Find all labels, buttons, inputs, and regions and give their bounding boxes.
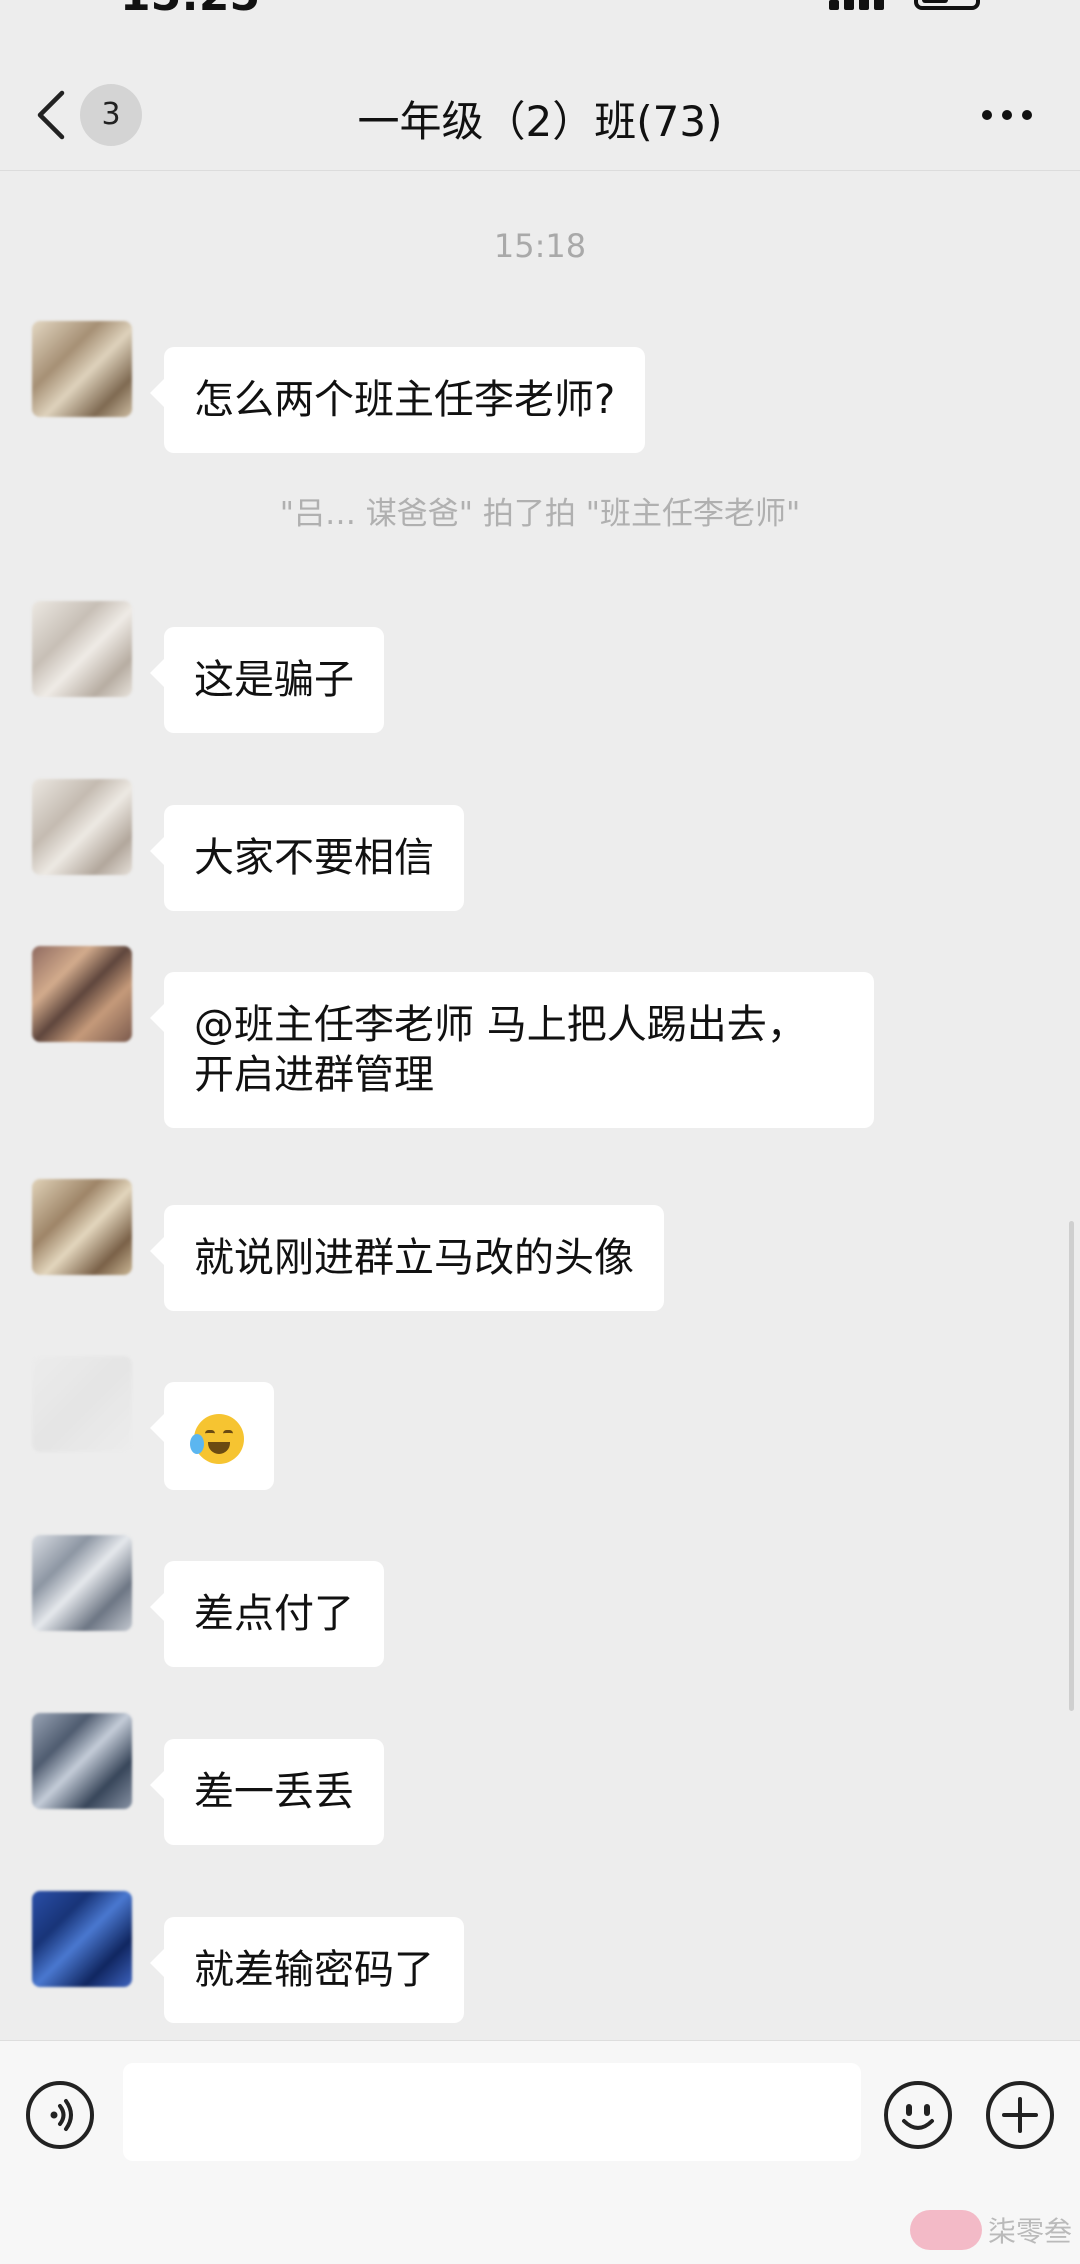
- watermark-logo-icon: [910, 2210, 982, 2250]
- dot-icon: [982, 110, 992, 120]
- dot-icon: [1022, 110, 1032, 120]
- more-options-button[interactable]: [982, 100, 1042, 130]
- dot-icon: [1002, 110, 1012, 120]
- message-bubble[interactable]: 就说刚进群立马改的头像: [150, 1205, 664, 1311]
- avatar[interactable]: [32, 1179, 132, 1275]
- input-bar: [0, 2040, 1080, 2191]
- message-bubble[interactable]: 大家不要相信: [150, 805, 464, 911]
- avatar[interactable]: [32, 946, 132, 1042]
- watermark: 柒零叁: [910, 2210, 1072, 2250]
- message-bubble[interactable]: @班主任李老师 马上把人踢出去，开启进群管理: [150, 972, 874, 1128]
- message-bubble[interactable]: 差点付了: [150, 1561, 384, 1667]
- crying-laughing-emoji-icon: [190, 1414, 244, 1464]
- message-bubble[interactable]: 差一丢丢: [150, 1739, 384, 1845]
- plus-icon: [1002, 2097, 1038, 2133]
- emoji-button[interactable]: [884, 2081, 952, 2149]
- smiley-icon: [902, 2104, 934, 2130]
- avatar[interactable]: [32, 1891, 132, 1987]
- system-notice: "吕… 谋爸爸" 拍了拍 "班主任李老师": [279, 496, 801, 532]
- avatar[interactable]: [32, 1713, 132, 1809]
- message-bubble[interactable]: 这是骗子: [150, 627, 384, 733]
- more-functions-button[interactable]: [986, 2081, 1054, 2149]
- avatar[interactable]: [32, 1356, 132, 1452]
- status-time: 15:25: [120, 0, 260, 21]
- voice-icon: [50, 2099, 73, 2131]
- time-divider: 15:18: [493, 227, 587, 265]
- message-bubble[interactable]: 就差输密码了: [150, 1917, 464, 2023]
- scrollbar[interactable]: [1069, 1221, 1074, 1711]
- avatar[interactable]: [32, 1535, 132, 1631]
- nav-bar: 3 一年级（2）班(73): [0, 60, 1080, 171]
- avatar[interactable]: [32, 601, 132, 697]
- avatar[interactable]: [32, 321, 132, 417]
- message-bubble[interactable]: 怎么两个班主任李老师?: [149, 347, 646, 453]
- message-input[interactable]: [123, 2063, 861, 2161]
- status-icons: [829, 0, 980, 10]
- chat-title: 一年级（2）班(73): [357, 97, 723, 146]
- voice-input-button[interactable]: [26, 2081, 94, 2149]
- signal-icon: [829, 0, 884, 10]
- avatar[interactable]: [32, 779, 132, 875]
- battery-icon: [914, 0, 980, 10]
- chat-area[interactable]: 15:18 怎么两个班主任李老师? "吕… 谋爸爸" 拍了拍 "班主任李老师" …: [0, 171, 1080, 2040]
- status-bar: 15:25: [0, 0, 1080, 21]
- message-bubble[interactable]: [150, 1382, 274, 1490]
- watermark-text: 柒零叁: [988, 2215, 1073, 2248]
